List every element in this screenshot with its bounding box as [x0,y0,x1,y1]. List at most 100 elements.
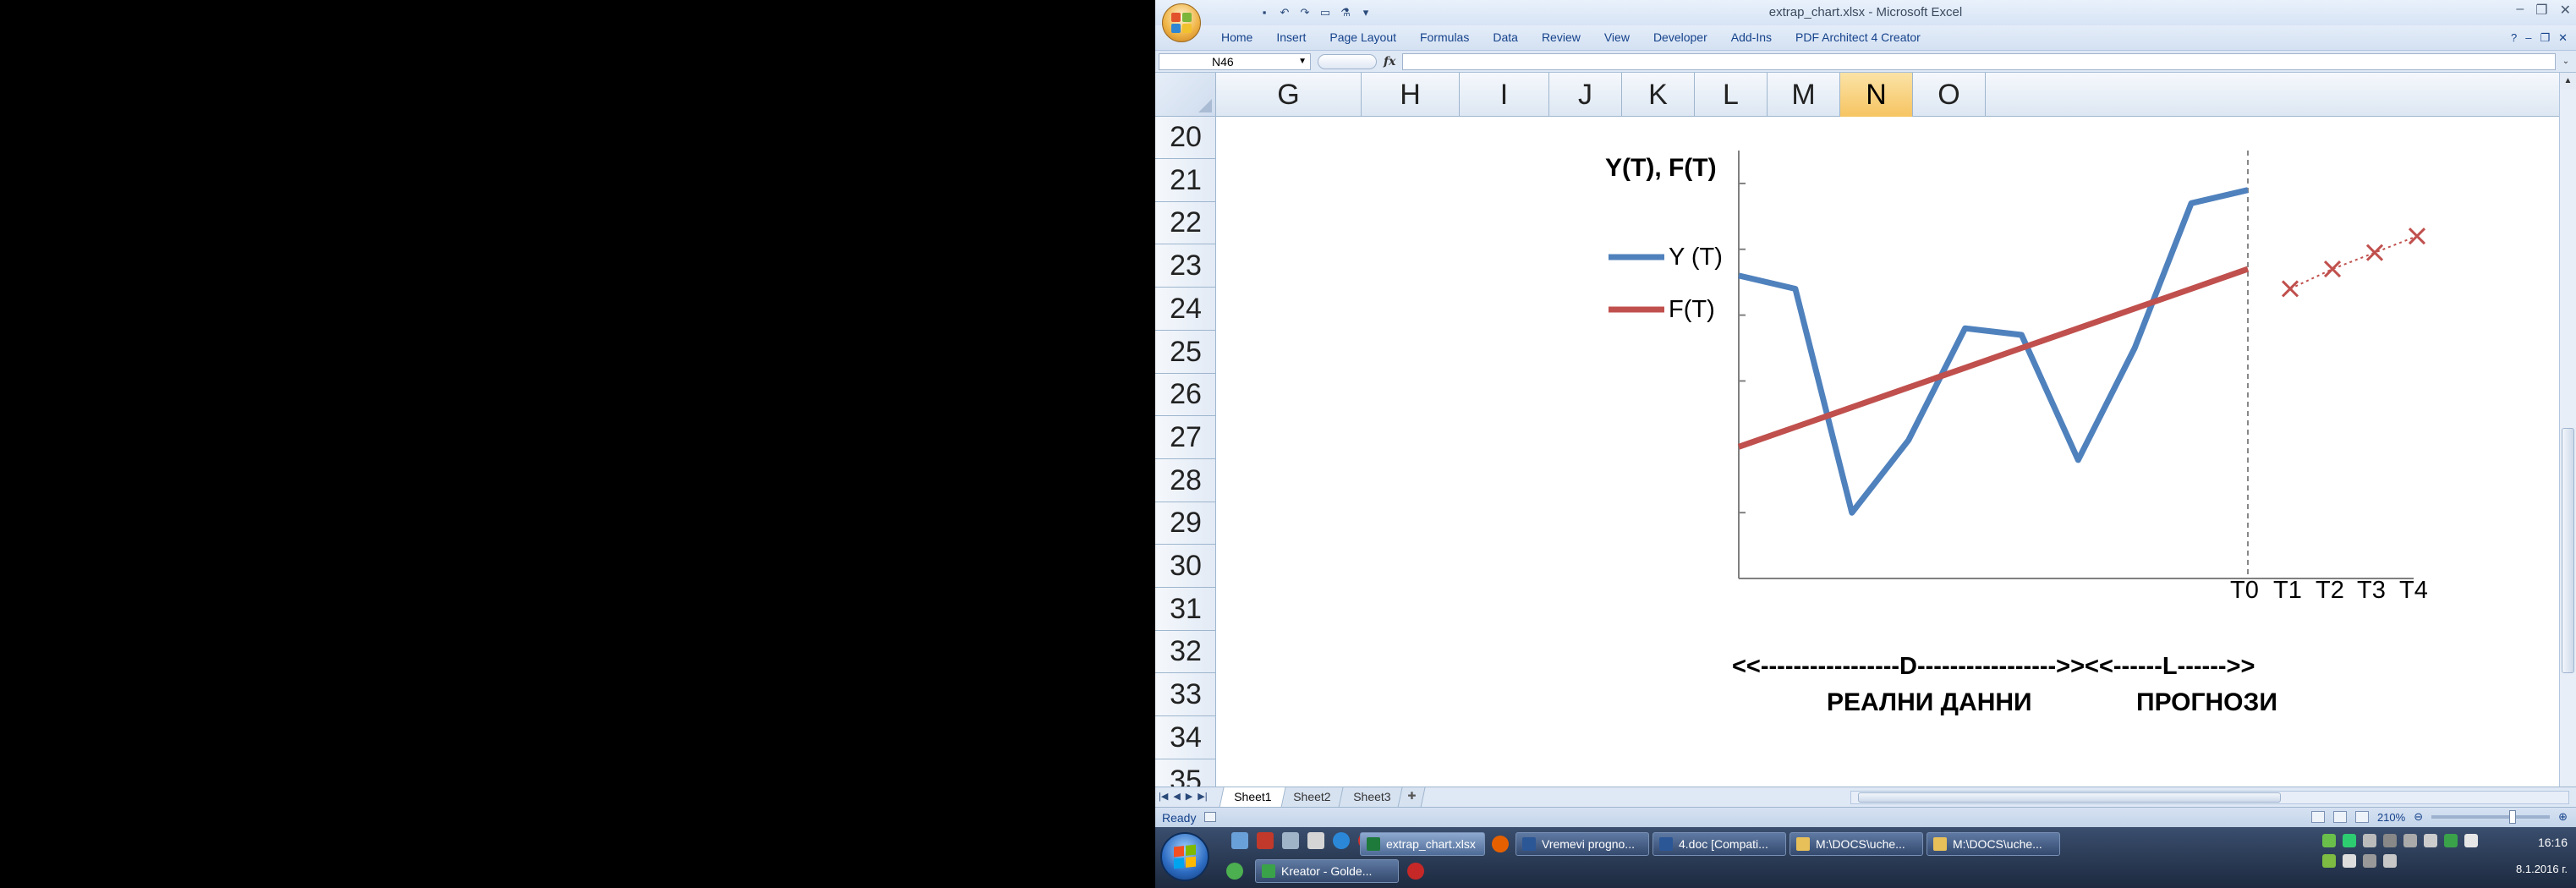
tray-icon[interactable] [2383,834,2397,847]
firefox-icon[interactable] [1492,836,1509,852]
row-header-21[interactable]: 21 [1155,160,1216,202]
scroll-up-icon[interactable]: ▲ [2560,73,2576,90]
tab-formulas[interactable]: Formulas [1408,30,1481,44]
row-header-26[interactable]: 26 [1155,374,1216,417]
column-header-o[interactable]: O [1913,73,1986,117]
prev-sheet-icon[interactable]: ◀ [1173,791,1180,802]
tray-icon[interactable] [2363,834,2376,847]
help-icon[interactable]: ? [2511,31,2517,45]
chevron-down-icon[interactable]: ▼ [1298,54,1307,69]
pdf-icon[interactable] [1257,832,1274,849]
sheet-tab-1[interactable]: Sheet1 [1219,787,1286,808]
tray-icon[interactable] [2363,854,2376,868]
task-word-1[interactable]: Vremevi progno... [1515,832,1649,856]
chrome-icon[interactable] [1226,863,1243,880]
horizontal-scroll-thumb[interactable] [1858,792,2281,803]
app-icon[interactable] [1407,863,1424,880]
page-layout-view-button[interactable] [2332,811,2347,823]
tray-icon[interactable] [2424,834,2437,847]
task-kreator[interactable]: Kreator - Golde... [1255,859,1399,883]
minimize-button[interactable]: – [2516,2,2524,19]
column-header-h[interactable]: H [1362,73,1460,117]
vertical-scrollbar[interactable]: ▲ ▼ [2559,73,2576,803]
formula-input[interactable] [1402,53,2556,70]
column-header-k[interactable]: K [1622,73,1695,117]
zoom-out-icon[interactable]: ⊖ [2414,810,2423,824]
zoom-in-icon[interactable]: ⊕ [2558,810,2568,824]
office-button[interactable] [1162,3,1201,42]
tray-icon[interactable] [2343,834,2356,847]
horizontal-scrollbar[interactable] [1850,791,2569,804]
zoom-level[interactable]: 210% [2377,811,2405,824]
tab-page-layout[interactable]: Page Layout [1318,30,1408,44]
tab-data[interactable]: Data [1481,30,1530,44]
insert-function-icon[interactable]: fx [1384,55,1395,69]
zoom-slider-handle[interactable] [2509,810,2517,824]
sheet-tab-3[interactable]: Sheet3 [1338,787,1406,808]
tray-icon[interactable] [2343,854,2356,868]
tab-insert[interactable]: Insert [1264,30,1318,44]
tray-icon[interactable] [2322,854,2336,868]
task-folder-1[interactable]: M:\DOCS\uche... [1789,832,1923,856]
next-sheet-icon[interactable]: ▶ [1186,791,1192,802]
restore-button[interactable]: ❐ [2535,2,2547,19]
quick-launch-icon[interactable] [1231,832,1248,849]
row-header-31[interactable]: 31 [1155,589,1216,631]
row-header-24[interactable]: 24 [1155,288,1216,331]
column-header-j[interactable]: J [1549,73,1622,117]
tray-icon[interactable] [2403,834,2417,847]
tab-add-ins[interactable]: Add-Ins [1719,30,1784,44]
page-break-view-button[interactable] [2354,811,2369,823]
formula-expand-pill[interactable] [1318,54,1377,69]
row-header-28[interactable]: 28 [1155,460,1216,502]
first-sheet-icon[interactable]: |◀ [1159,791,1168,802]
column-header-g[interactable]: G [1216,73,1362,117]
last-sheet-icon[interactable]: ▶| [1198,791,1207,802]
row-header-22[interactable]: 22 [1155,202,1216,245]
chart[interactable]: Y(T), F(T) Y (T) F(T) T0 T1 T2 T3 T4 <<-… [1216,117,2559,803]
quick-launch-icon[interactable] [1307,832,1324,849]
row-header-29[interactable]: 29 [1155,502,1216,545]
workbook-minimize-button[interactable]: – [2525,31,2531,45]
row-header-33[interactable]: 33 [1155,674,1216,717]
zoom-slider[interactable] [2431,810,2551,824]
tab-home[interactable]: Home [1209,30,1264,44]
row-header-30[interactable]: 30 [1155,545,1216,588]
column-header-l[interactable]: L [1695,73,1768,117]
column-header-i[interactable]: I [1460,73,1549,117]
column-header-n[interactable]: N [1840,73,1913,117]
column-header-m[interactable]: M [1768,73,1840,117]
start-button[interactable] [1160,832,1209,881]
clock[interactable]: 16:16 8.1.2016 г. [2516,834,2568,878]
task-word-2[interactable]: 4.doc [Compati... [1652,832,1786,856]
cells-area[interactable]: Y(T), F(T) Y (T) F(T) T0 T1 T2 T3 T4 <<-… [1216,117,2559,803]
tray-icon[interactable] [2383,854,2397,868]
task-excel[interactable]: extrap_chart.xlsx [1360,832,1485,856]
quick-launch-icon[interactable] [1282,832,1299,849]
vertical-scroll-thumb[interactable] [2562,428,2574,673]
tab-review[interactable]: Review [1530,30,1592,44]
row-header-25[interactable]: 25 [1155,332,1216,374]
workbook-close-button[interactable]: ✕ [2558,31,2568,45]
tab-pdf-architect[interactable]: PDF Architect 4 Creator [1784,30,1932,44]
tab-view[interactable]: View [1592,30,1642,44]
insert-sheet-icon[interactable]: ✚ [1397,787,1426,808]
workbook-restore-button[interactable]: ❐ [2540,31,2550,45]
expand-formula-bar-icon[interactable]: ⌄ [2559,53,2573,70]
macro-record-icon[interactable] [1204,812,1216,822]
row-header-27[interactable]: 27 [1155,417,1216,459]
row-header-23[interactable]: 23 [1155,245,1216,288]
close-button[interactable]: ✕ [2560,2,2571,19]
tray-icon[interactable] [2464,834,2478,847]
select-all-corner[interactable] [1155,73,1216,117]
row-header-20[interactable]: 20 [1155,117,1216,159]
row-header-34[interactable]: 34 [1155,717,1216,759]
row-header-32[interactable]: 32 [1155,631,1216,674]
tab-developer[interactable]: Developer [1642,30,1719,44]
task-folder-2[interactable]: M:\DOCS\uche... [1927,832,2060,856]
tray-icon[interactable] [2322,834,2336,847]
tray-icon[interactable] [2444,834,2458,847]
normal-view-button[interactable] [2310,811,2325,823]
ie-icon[interactable] [1333,832,1350,849]
name-box[interactable]: N46 ▼ [1159,53,1311,70]
